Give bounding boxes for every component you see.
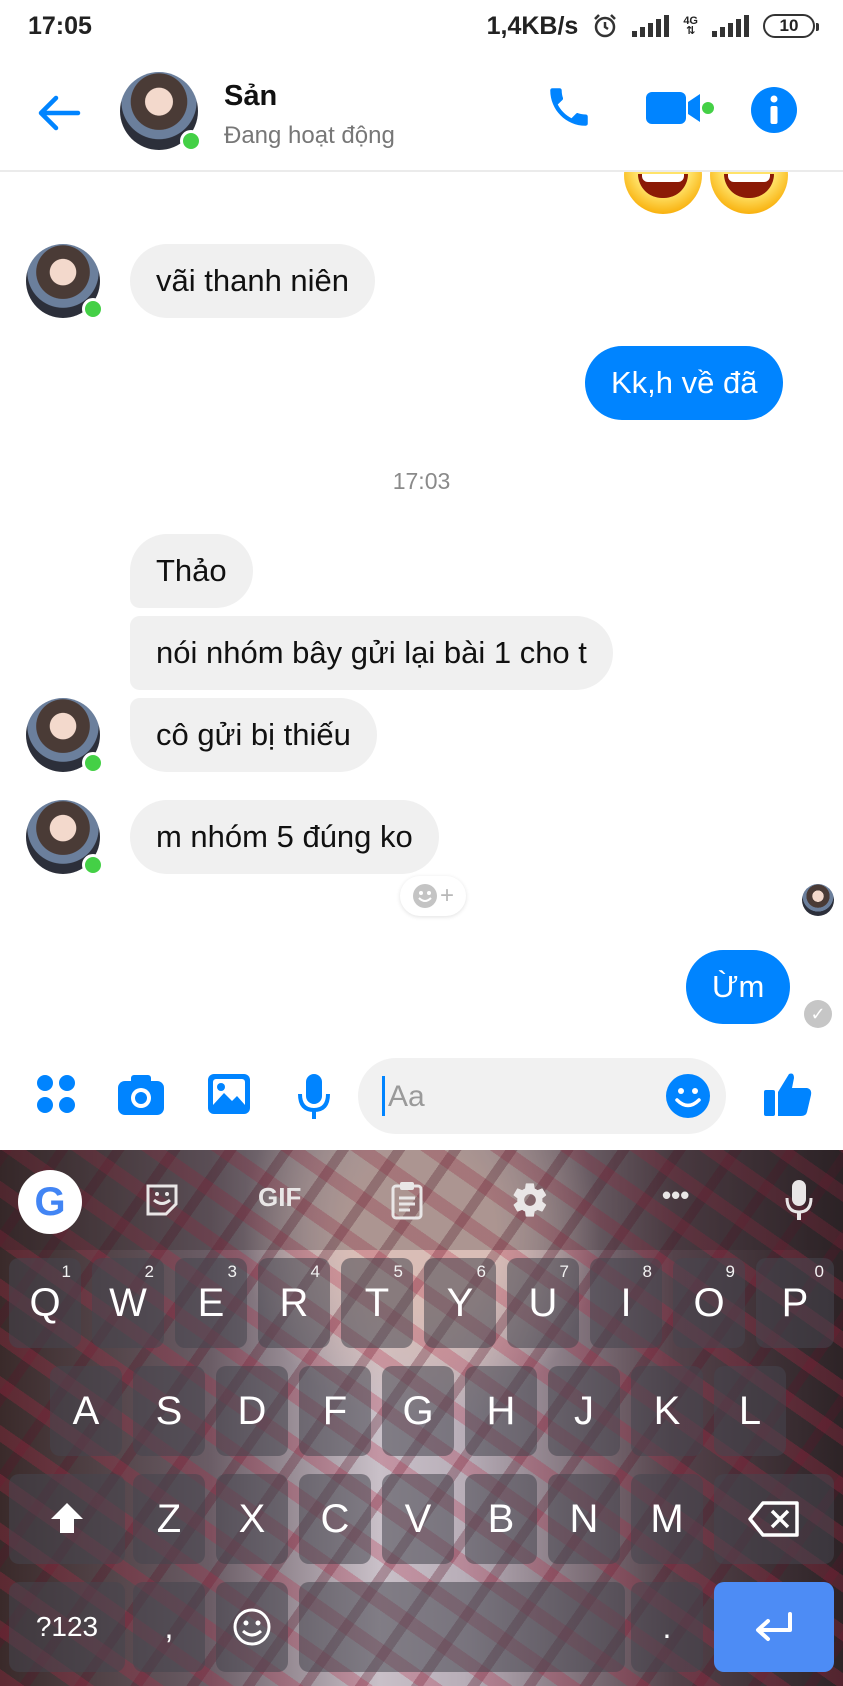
message-timestamp: 17:03 [392,468,451,494]
video-call-icon[interactable] [644,88,714,128]
status-indicators: 1,4KB/s 4G ⇅ 10 [486,11,819,41]
key-p[interactable]: P0 [756,1258,834,1348]
virtual-keyboard: G GIF ••• Q1 W2 E3 R4 T5 Y6 U7 I8 O9 P0 … [0,1150,843,1686]
message-bubble-received[interactable]: cô gửi bị thiếu [130,698,377,772]
key-j[interactable]: J [548,1366,620,1456]
wifi-signal-icon [632,15,670,37]
text-cursor [382,1076,385,1116]
key-s[interactable]: S [133,1366,205,1456]
gallery-icon[interactable] [206,1072,252,1116]
plus-icon: + [439,882,454,909]
key-x[interactable]: X [216,1474,288,1564]
space-bar[interactable] [299,1582,625,1672]
key-d[interactable]: D [216,1366,288,1456]
microphone-icon[interactable] [296,1072,332,1122]
voice-input-icon[interactable] [784,1178,814,1222]
key-r[interactable]: R4 [258,1258,330,1348]
key-k[interactable]: K [631,1366,703,1456]
battery-icon: 10 [763,14,819,38]
sender-avatar[interactable] [26,698,104,774]
online-indicator [180,130,202,152]
phone-icon[interactable] [544,82,594,132]
message-bubble-received[interactable]: vãi thanh niên [130,244,376,318]
online-indicator [82,298,104,320]
period-key[interactable]: . [631,1582,703,1672]
more-options-button[interactable]: ••• [662,1180,689,1211]
google-search-icon[interactable]: G [18,1170,82,1234]
key-a[interactable]: A [50,1366,122,1456]
back-arrow-icon[interactable] [34,88,84,138]
battery-level: 10 [779,16,799,35]
enter-arrow-icon [756,1612,792,1641]
contact-avatar[interactable] [120,72,202,152]
key-l[interactable]: L [714,1366,786,1456]
camera-icon[interactable] [116,1072,166,1118]
key-h[interactable]: H [465,1366,537,1456]
online-indicator [82,752,104,774]
emoji-icon[interactable] [664,1072,712,1120]
gif-button[interactable]: GIF [258,1182,301,1213]
sender-avatar[interactable] [26,244,104,320]
emoji-icon [233,1608,271,1646]
key-c[interactable]: C [299,1474,371,1564]
shift-key[interactable] [9,1474,125,1564]
alarm-icon [594,14,617,38]
key-b[interactable]: B [465,1474,537,1564]
key-e[interactable]: E3 [175,1258,247,1348]
key-f[interactable]: F [299,1366,371,1456]
clipboard-icon[interactable] [390,1180,424,1220]
settings-gear-icon[interactable] [510,1180,550,1220]
cell-signal-icon [712,15,749,37]
network-speed: 1,4KB/s [486,11,579,40]
online-indicator [82,854,104,876]
shift-arrow-icon [51,1503,83,1533]
comma-key[interactable]: , [133,1582,205,1672]
key-i[interactable]: I8 [590,1258,662,1348]
contact-name[interactable]: Sản [224,80,277,113]
status-bar: 17:05 1,4KB/s 4G ⇅ 10 [0,0,843,52]
contact-status: Đang hoạt động [224,122,395,149]
message-bubble-sent[interactable]: Ừm [686,950,791,1024]
key-v[interactable]: V [382,1474,454,1564]
backspace-icon [748,1501,799,1537]
delivered-check-icon: ✓ [804,1000,832,1028]
key-o[interactable]: O9 [673,1258,745,1348]
apps-icon[interactable] [34,1072,78,1116]
key-g[interactable]: G [382,1366,454,1456]
key-y[interactable]: Y6 [424,1258,496,1348]
message-bubble-received[interactable]: Thảo [130,534,253,608]
key-z[interactable]: Z [133,1474,205,1564]
key-u[interactable]: U7 [507,1258,579,1348]
like-icon[interactable] [762,1068,814,1120]
emoji-key[interactable] [216,1582,288,1672]
status-time: 17:05 [28,11,92,40]
key-n[interactable]: N [548,1474,620,1564]
symbols-key[interactable]: ?123 [9,1582,125,1672]
message-input-placeholder: Aa [388,1080,425,1113]
network-type: 4G ⇅ [683,15,698,37]
message-bubble-received[interactable]: m nhóm 5 đúng ko [130,800,439,874]
add-reaction-button[interactable]: + [400,876,466,916]
seen-avatar [802,884,834,916]
smiley-icon [412,884,437,908]
enter-key[interactable] [714,1582,834,1672]
message-bubble-sent[interactable]: Kk,h về đã [585,346,784,420]
sender-avatar[interactable] [26,800,104,876]
message-bubble-received[interactable]: nói nhóm bây gửi lại bài 1 cho t [130,616,613,690]
chat-header: Sản Đang hoạt động [0,52,843,172]
info-icon[interactable] [750,86,798,134]
key-m[interactable]: M [631,1474,703,1564]
sticker-icon[interactable] [144,1182,180,1218]
key-q[interactable]: Q1 [9,1258,81,1348]
key-w[interactable]: W2 [92,1258,164,1348]
backspace-key[interactable] [714,1474,834,1564]
key-t[interactable]: T5 [341,1258,413,1348]
